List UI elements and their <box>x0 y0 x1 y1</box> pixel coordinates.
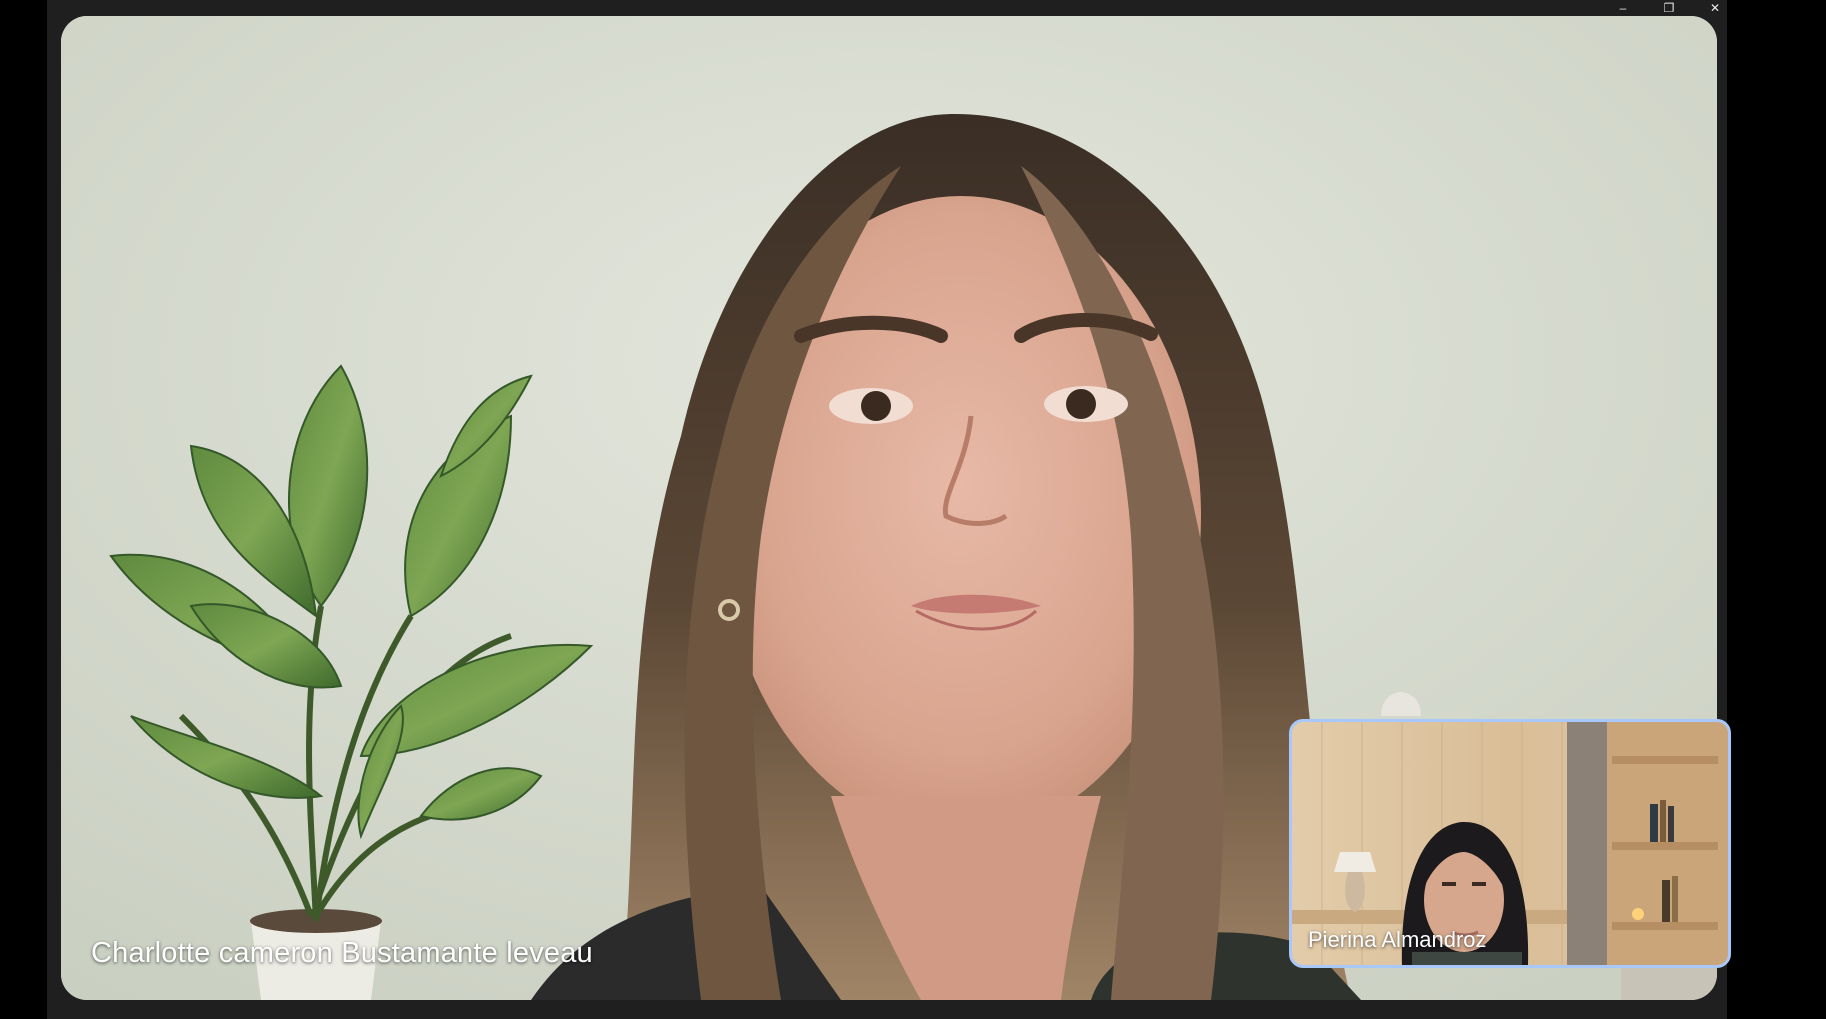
minimize-icon: – <box>1619 1 1627 15</box>
restore-button[interactable]: ❐ <box>1661 0 1677 16</box>
close-icon: ✕ <box>1709 1 1721 15</box>
self-participant-name: Pierina Almandroz <box>1308 927 1487 952</box>
self-view-tile[interactable]: Pierina Almandroz <box>1289 719 1731 968</box>
restore-icon: ❐ <box>1663 1 1675 15</box>
main-participant-name: Charlotte cameron Bustamante leveau <box>91 937 593 969</box>
minimize-button[interactable]: – <box>1615 0 1631 16</box>
close-button[interactable]: ✕ <box>1707 0 1723 16</box>
meet-window: – ❐ ✕ Charlotte cameron Bustamante levea… <box>47 0 1731 1019</box>
window-controls: – ❐ ✕ <box>1615 0 1727 16</box>
